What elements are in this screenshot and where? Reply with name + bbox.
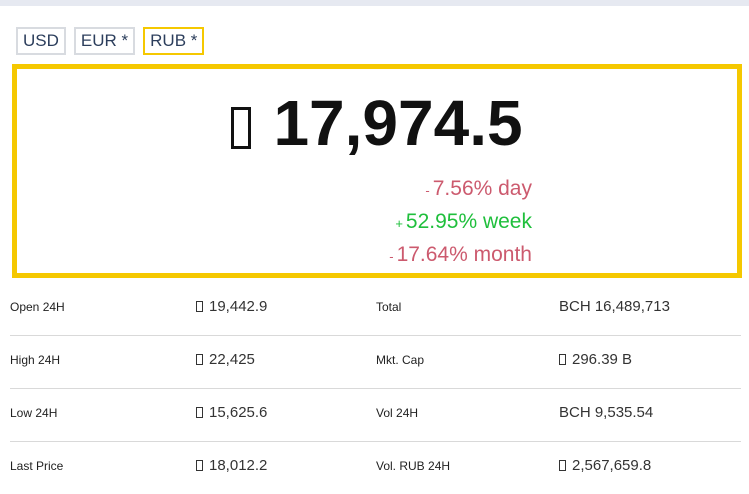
stat-value: BCH 16,489,713 <box>559 298 670 315</box>
ruble-sign-icon <box>559 354 566 365</box>
currency-tab-usd[interactable]: USD <box>16 27 66 55</box>
price-changes: -7.56% day +52.95% week -17.64% month <box>389 173 532 272</box>
stats-row-high: High 24H 22,425 Mkt. Cap 296.39 B <box>10 336 741 389</box>
change-week: +52.95% week <box>395 210 532 233</box>
current-price: 17,974.5 <box>17 87 737 159</box>
stat-value: 2,567,659.8 <box>559 442 651 490</box>
ruble-sign-icon <box>231 107 252 149</box>
stat-label: Mkt. Cap <box>376 353 425 367</box>
stat-label: Total <box>376 300 402 314</box>
currency-tab-label: EUR * <box>80 31 129 50</box>
stat-value: 296.39 B <box>559 336 632 384</box>
stat-value: BCH 9,535.54 <box>559 404 654 421</box>
ruble-sign-icon <box>196 301 203 312</box>
stat-label: Open 24H <box>10 300 65 314</box>
currency-tab-label: RUB * <box>150 31 198 50</box>
ruble-sign-icon <box>559 460 566 471</box>
ruble-sign-icon <box>196 354 203 365</box>
stat-label: Last Price <box>10 459 64 473</box>
currency-tabs: USD EUR * RUB * <box>16 27 205 55</box>
currency-tab-eur[interactable]: EUR * <box>73 27 136 55</box>
stat-label: Vol. RUB 24H <box>376 459 451 473</box>
stats-row-open: Open 24H 19,442.9 Total BCH 16,489,713 <box>10 283 741 336</box>
currency-tab-label: USD <box>23 31 59 50</box>
stat-value: 15,625.6 <box>196 389 267 437</box>
price-value: 17,974.5 <box>273 87 523 159</box>
currency-tab-rub[interactable]: RUB * <box>143 27 205 55</box>
top-strip <box>0 0 749 6</box>
stat-value: 22,425 <box>196 336 255 384</box>
change-day: -7.56% day <box>425 177 532 200</box>
stat-label: Low 24H <box>10 406 58 420</box>
change-month: -17.64% month <box>389 243 532 266</box>
ruble-sign-icon <box>196 407 203 418</box>
stats-table: Open 24H 19,442.9 Total BCH 16,489,713 H… <box>0 283 741 494</box>
ruble-sign-icon <box>196 460 203 471</box>
stat-value: 19,442.9 <box>196 283 267 331</box>
stats-row-last: Last Price 18,012.2 Vol. RUB 24H 2,567,6… <box>10 442 741 494</box>
stat-value: 18,012.2 <box>196 442 267 490</box>
stat-label: High 24H <box>10 353 61 367</box>
price-panel: 17,974.5 -7.56% day +52.95% week -17.64%… <box>12 64 742 278</box>
stat-label: Vol 24H <box>376 406 419 420</box>
stats-row-low: Low 24H 15,625.6 Vol 24H BCH 9,535.54 <box>10 389 741 442</box>
